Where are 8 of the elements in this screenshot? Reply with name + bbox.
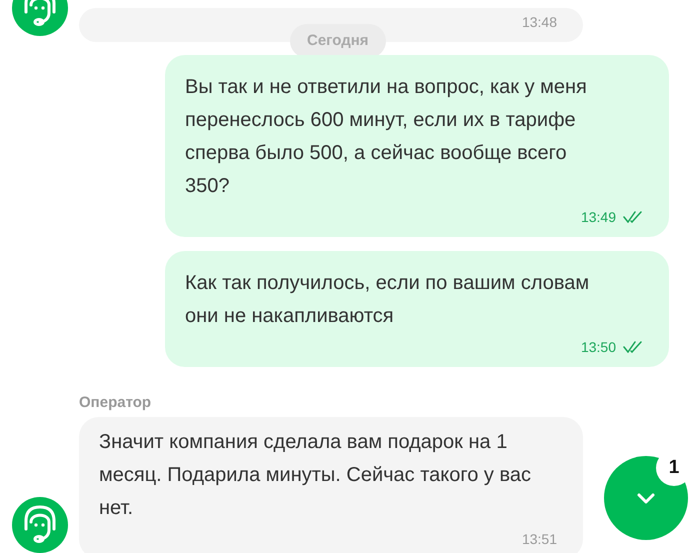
message-text: Как так получилось, если по вашим словам они не накапливаются	[185, 271, 590, 329]
message-time: 13:49	[580, 208, 616, 227]
message-time: 13:51	[522, 530, 557, 549]
sender-name: Оператор	[79, 393, 152, 413]
message-time: 13:50	[580, 338, 616, 357]
message-text: Значит компания сделала вам подарок на 1 месяц. Подарила минуты. Сейчас такого у вас нет.	[99, 430, 531, 521]
message-time: 13:48	[522, 13, 557, 32]
message-text: Вы так и не ответили на вопрос, как у меня перенеслось 600 минут, если их в тарифе сперва было 500, а сейчас вообще всего 350?	[185, 75, 588, 199]
